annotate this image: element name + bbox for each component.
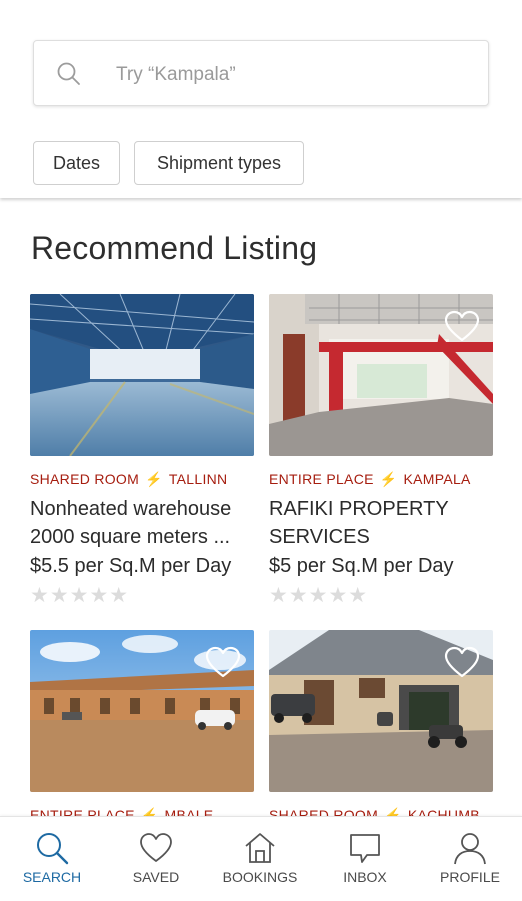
- chat-bubble-icon: [350, 834, 380, 863]
- tab-label: BOOKINGS: [222, 869, 298, 885]
- favorite-heart-icon[interactable]: [205, 646, 241, 678]
- listing-photo[interactable]: [269, 294, 493, 456]
- tab-profile[interactable]: PROFILE: [418, 817, 522, 901]
- listing-card[interactable]: SHARED ROOM ⚡ KACHUMB: [269, 630, 493, 825]
- listing-meta: ENTIRE PLACE ⚡ KAMPALA: [269, 471, 493, 489]
- shipment-types-filter-button[interactable]: Shipment types: [134, 141, 304, 185]
- listing-type: ENTIRE PLACE: [269, 471, 374, 487]
- section-title: Recommend Listing: [31, 230, 318, 266]
- tab-inbox[interactable]: INBOX: [313, 817, 417, 901]
- tab-label: PROFILE: [440, 869, 500, 885]
- bottom-tab-bar: SEARCH SAVED BOOKINGS INBOX PROFILE: [0, 816, 522, 901]
- tab-search[interactable]: SEARCH: [0, 817, 104, 901]
- search-icon: [37, 833, 69, 865]
- listing-price: $5 per Sq.M per Day: [269, 555, 454, 577]
- listing-city: TALLINN: [168, 471, 228, 487]
- rating-stars: ★★★★★: [269, 584, 369, 607]
- listing-type: SHARED ROOM: [30, 471, 140, 487]
- listing-city: KAMPALA: [403, 471, 471, 487]
- listing-photo[interactable]: [30, 630, 254, 792]
- tab-saved[interactable]: SAVED: [104, 817, 208, 901]
- listing-photo[interactable]: [269, 630, 493, 792]
- search-input[interactable]: [114, 55, 458, 95]
- listing-card[interactable]: SHARED ROOM ⚡ TALLINN Nonheated warehouse …: [30, 294, 254, 608]
- search-header: Dates Shipment types: [0, 0, 522, 198]
- listing-photo[interactable]: [30, 294, 254, 456]
- listing-card[interactable]: ENTIRE PLACE ⚡ MBALE: [30, 630, 254, 825]
- search-icon: [57, 62, 80, 85]
- person-icon: [454, 833, 486, 865]
- search-bar[interactable]: [33, 40, 489, 106]
- listing-card[interactable]: ENTIRE PLACE ⚡ KAMPALA RAFIKI PROPERTY SER…: [269, 294, 493, 608]
- listing-title[interactable]: RAFIKI PROPERTY SERVICES: [269, 495, 493, 551]
- tab-label: SEARCH: [22, 869, 82, 885]
- favorite-heart-icon[interactable]: [444, 310, 480, 342]
- heart-icon: [140, 833, 172, 862]
- house-icon: [245, 833, 275, 863]
- listing-price: $5.5 per Sq.M per Day: [30, 555, 232, 577]
- favorite-heart-icon[interactable]: [444, 646, 480, 678]
- tab-label: INBOX: [343, 869, 387, 885]
- tab-bookings[interactable]: BOOKINGS: [208, 817, 312, 901]
- bolt-icon: ⚡: [379, 471, 398, 487]
- dates-filter-button[interactable]: Dates: [33, 141, 120, 185]
- warehouse-interior-photo: [30, 294, 254, 456]
- tab-label: SAVED: [132, 869, 180, 885]
- bolt-icon: ⚡: [145, 471, 163, 487]
- rating-stars: ★★★★★: [30, 584, 130, 607]
- listing-title[interactable]: Nonheated warehouse 2000 square meters .…: [30, 495, 254, 551]
- listing-meta: SHARED ROOM ⚡ TALLINN: [30, 471, 254, 489]
